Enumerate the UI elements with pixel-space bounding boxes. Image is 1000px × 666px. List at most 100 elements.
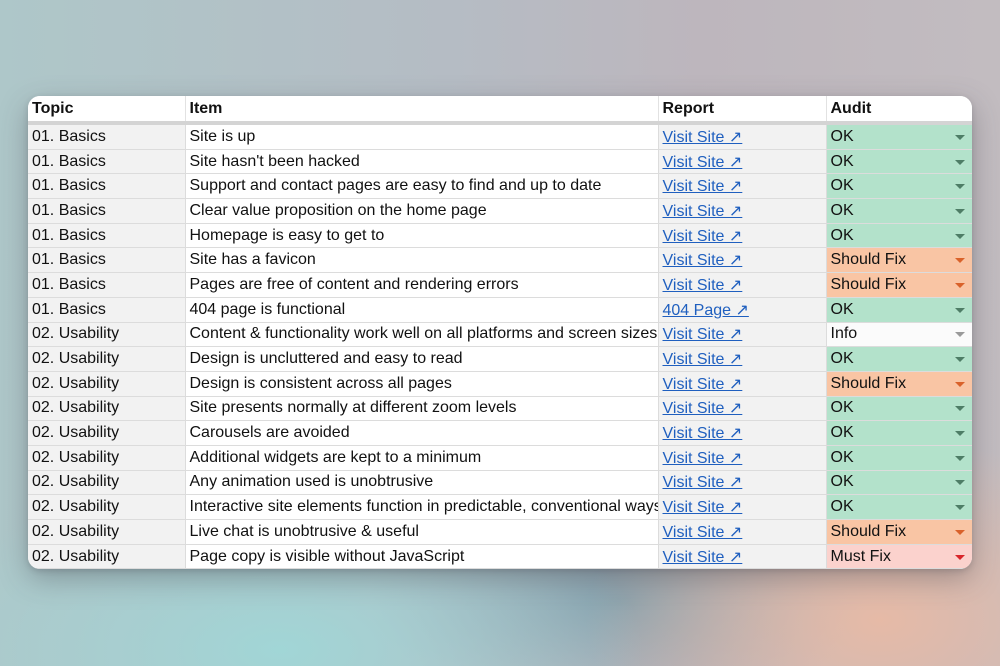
dropdown-caret-icon[interactable] bbox=[955, 554, 965, 560]
report-cell: Visit Site ↗ bbox=[658, 272, 827, 298]
audit-dropdown[interactable]: OK bbox=[826, 198, 972, 224]
topic-cell[interactable]: 02. Usability bbox=[28, 322, 186, 348]
header-topic[interactable]: Topic bbox=[28, 96, 186, 125]
item-cell[interactable]: Live chat is unobtrusive & useful bbox=[185, 519, 659, 545]
dropdown-caret-icon[interactable] bbox=[955, 184, 965, 190]
topic-cell[interactable]: 02. Usability bbox=[28, 494, 186, 520]
audit-dropdown[interactable]: OK bbox=[826, 445, 972, 471]
item-cell[interactable]: Any animation used is unobtrusive bbox=[185, 470, 659, 496]
item-cell[interactable]: Content & functionality work well on all… bbox=[185, 322, 659, 348]
report-link[interactable]: Visit Site ↗ bbox=[663, 450, 743, 467]
audit-dropdown[interactable]: OK bbox=[826, 297, 972, 323]
item-cell[interactable]: Carousels are avoided bbox=[185, 420, 659, 446]
table-row: 02. Usability Design is consistent across… bbox=[28, 371, 972, 397]
dropdown-caret-icon[interactable] bbox=[955, 282, 965, 288]
item-cell[interactable]: 404 page is functional bbox=[185, 297, 659, 323]
dropdown-caret-icon[interactable] bbox=[955, 332, 965, 338]
report-cell: Visit Site ↗ bbox=[658, 420, 827, 446]
header-item[interactable]: Item bbox=[185, 96, 659, 125]
topic-cell[interactable]: 01. Basics bbox=[28, 149, 186, 175]
report-link[interactable]: Visit Site ↗ bbox=[663, 178, 743, 195]
item-cell[interactable]: Clear value proposition on the home page bbox=[185, 198, 659, 224]
topic-cell[interactable]: 02. Usability bbox=[28, 445, 186, 471]
audit-dropdown[interactable]: OK bbox=[826, 123, 972, 150]
header-report[interactable]: Report bbox=[658, 96, 827, 125]
item-cell[interactable]: Site is up bbox=[185, 123, 659, 150]
item-cell[interactable]: Design is uncluttered and easy to read bbox=[185, 346, 659, 372]
audit-dropdown[interactable]: OK bbox=[826, 420, 972, 446]
audit-dropdown[interactable]: Should Fix bbox=[826, 519, 972, 545]
item-cell[interactable]: Design is consistent across all pages bbox=[185, 371, 659, 397]
header-audit[interactable]: Audit bbox=[826, 96, 972, 125]
item-cell[interactable]: Interactive site elements function in pr… bbox=[185, 494, 659, 520]
report-link[interactable]: Visit Site ↗ bbox=[663, 474, 743, 491]
report-link[interactable]: Visit Site ↗ bbox=[663, 499, 743, 516]
dropdown-caret-icon[interactable] bbox=[955, 381, 965, 387]
item-cell[interactable]: Homepage is easy to get to bbox=[185, 223, 659, 249]
report-link[interactable]: Visit Site ↗ bbox=[663, 154, 743, 171]
audit-dropdown[interactable]: OK bbox=[826, 470, 972, 496]
audit-dropdown[interactable]: Must Fix bbox=[826, 544, 972, 570]
report-link[interactable]: Visit Site ↗ bbox=[663, 524, 743, 541]
dropdown-caret-icon[interactable] bbox=[955, 406, 965, 412]
item-cell[interactable]: Additional widgets are kept to a minimum bbox=[185, 445, 659, 471]
item-cell[interactable]: Site has a favicon bbox=[185, 247, 659, 274]
dropdown-caret-icon[interactable] bbox=[955, 159, 965, 165]
item-cell[interactable]: Page copy is visible without JavaScript bbox=[185, 544, 659, 570]
topic-cell[interactable]: 02. Usability bbox=[28, 544, 186, 570]
report-link[interactable]: Visit Site ↗ bbox=[663, 203, 743, 220]
topic-cell[interactable]: 02. Usability bbox=[28, 470, 186, 496]
report-cell: Visit Site ↗ bbox=[658, 396, 827, 422]
dropdown-caret-icon[interactable] bbox=[955, 208, 965, 214]
dropdown-caret-icon[interactable] bbox=[955, 480, 965, 486]
topic-cell[interactable]: 01. Basics bbox=[28, 297, 186, 323]
dropdown-caret-icon[interactable] bbox=[955, 307, 965, 313]
topic-cell[interactable]: 01. Basics bbox=[28, 247, 186, 274]
topic-cell[interactable]: 01. Basics bbox=[28, 173, 186, 200]
dropdown-caret-icon[interactable] bbox=[955, 134, 965, 140]
topic-cell[interactable]: 02. Usability bbox=[28, 420, 186, 446]
report-link[interactable]: Visit Site ↗ bbox=[663, 400, 743, 417]
audit-dropdown[interactable]: OK bbox=[826, 494, 972, 520]
topic-cell[interactable]: 01. Basics bbox=[28, 123, 186, 150]
topic-cell[interactable]: 02. Usability bbox=[28, 396, 186, 422]
dropdown-caret-icon[interactable] bbox=[955, 505, 965, 511]
report-link[interactable]: Visit Site ↗ bbox=[663, 252, 743, 269]
dropdown-caret-icon[interactable] bbox=[955, 455, 965, 461]
dropdown-caret-icon[interactable] bbox=[955, 357, 965, 363]
report-link[interactable]: Visit Site ↗ bbox=[663, 351, 743, 368]
topic-cell[interactable]: 02. Usability bbox=[28, 346, 186, 372]
dropdown-caret-icon[interactable] bbox=[955, 233, 965, 239]
dropdown-caret-icon[interactable] bbox=[955, 529, 965, 535]
audit-dropdown[interactable]: Should Fix bbox=[826, 371, 972, 397]
dropdown-caret-icon[interactable] bbox=[955, 258, 965, 264]
report-link[interactable]: Visit Site ↗ bbox=[663, 228, 743, 245]
audit-dropdown[interactable]: OK bbox=[826, 346, 972, 372]
report-link[interactable]: 404 Page ↗ bbox=[663, 302, 749, 319]
audit-dropdown[interactable]: OK bbox=[826, 396, 972, 422]
audit-dropdown[interactable]: Should Fix bbox=[826, 247, 972, 274]
topic-cell[interactable]: 01. Basics bbox=[28, 223, 186, 249]
audit-dropdown[interactable]: OK bbox=[826, 173, 972, 200]
topic-cell[interactable]: 02. Usability bbox=[28, 519, 186, 545]
topic-cell[interactable]: 01. Basics bbox=[28, 198, 186, 224]
audit-dropdown[interactable]: OK bbox=[826, 223, 972, 249]
item-cell[interactable]: Site presents normally at different zoom… bbox=[185, 396, 659, 422]
topic-cell[interactable]: 02. Usability bbox=[28, 371, 186, 397]
audit-status: OK bbox=[830, 399, 854, 417]
audit-dropdown[interactable]: Info bbox=[826, 322, 972, 348]
report-link[interactable]: Visit Site ↗ bbox=[663, 376, 743, 393]
report-link[interactable]: Visit Site ↗ bbox=[663, 326, 743, 343]
audit-dropdown[interactable]: Should Fix bbox=[826, 272, 972, 298]
report-link[interactable]: Visit Site ↗ bbox=[663, 549, 743, 566]
report-link[interactable]: Visit Site ↗ bbox=[663, 425, 743, 442]
table-row: 02. Usability Page copy is visible withou… bbox=[28, 544, 972, 570]
item-cell[interactable]: Pages are free of content and rendering … bbox=[185, 272, 659, 298]
audit-dropdown[interactable]: OK bbox=[826, 149, 972, 175]
item-cell[interactable]: Support and contact pages are easy to fi… bbox=[185, 173, 659, 200]
topic-cell[interactable]: 01. Basics bbox=[28, 272, 186, 298]
report-link[interactable]: Visit Site ↗ bbox=[663, 277, 743, 294]
dropdown-caret-icon[interactable] bbox=[955, 431, 965, 437]
item-cell[interactable]: Site hasn't been hacked bbox=[185, 149, 659, 175]
report-link[interactable]: Visit Site ↗ bbox=[663, 129, 743, 146]
